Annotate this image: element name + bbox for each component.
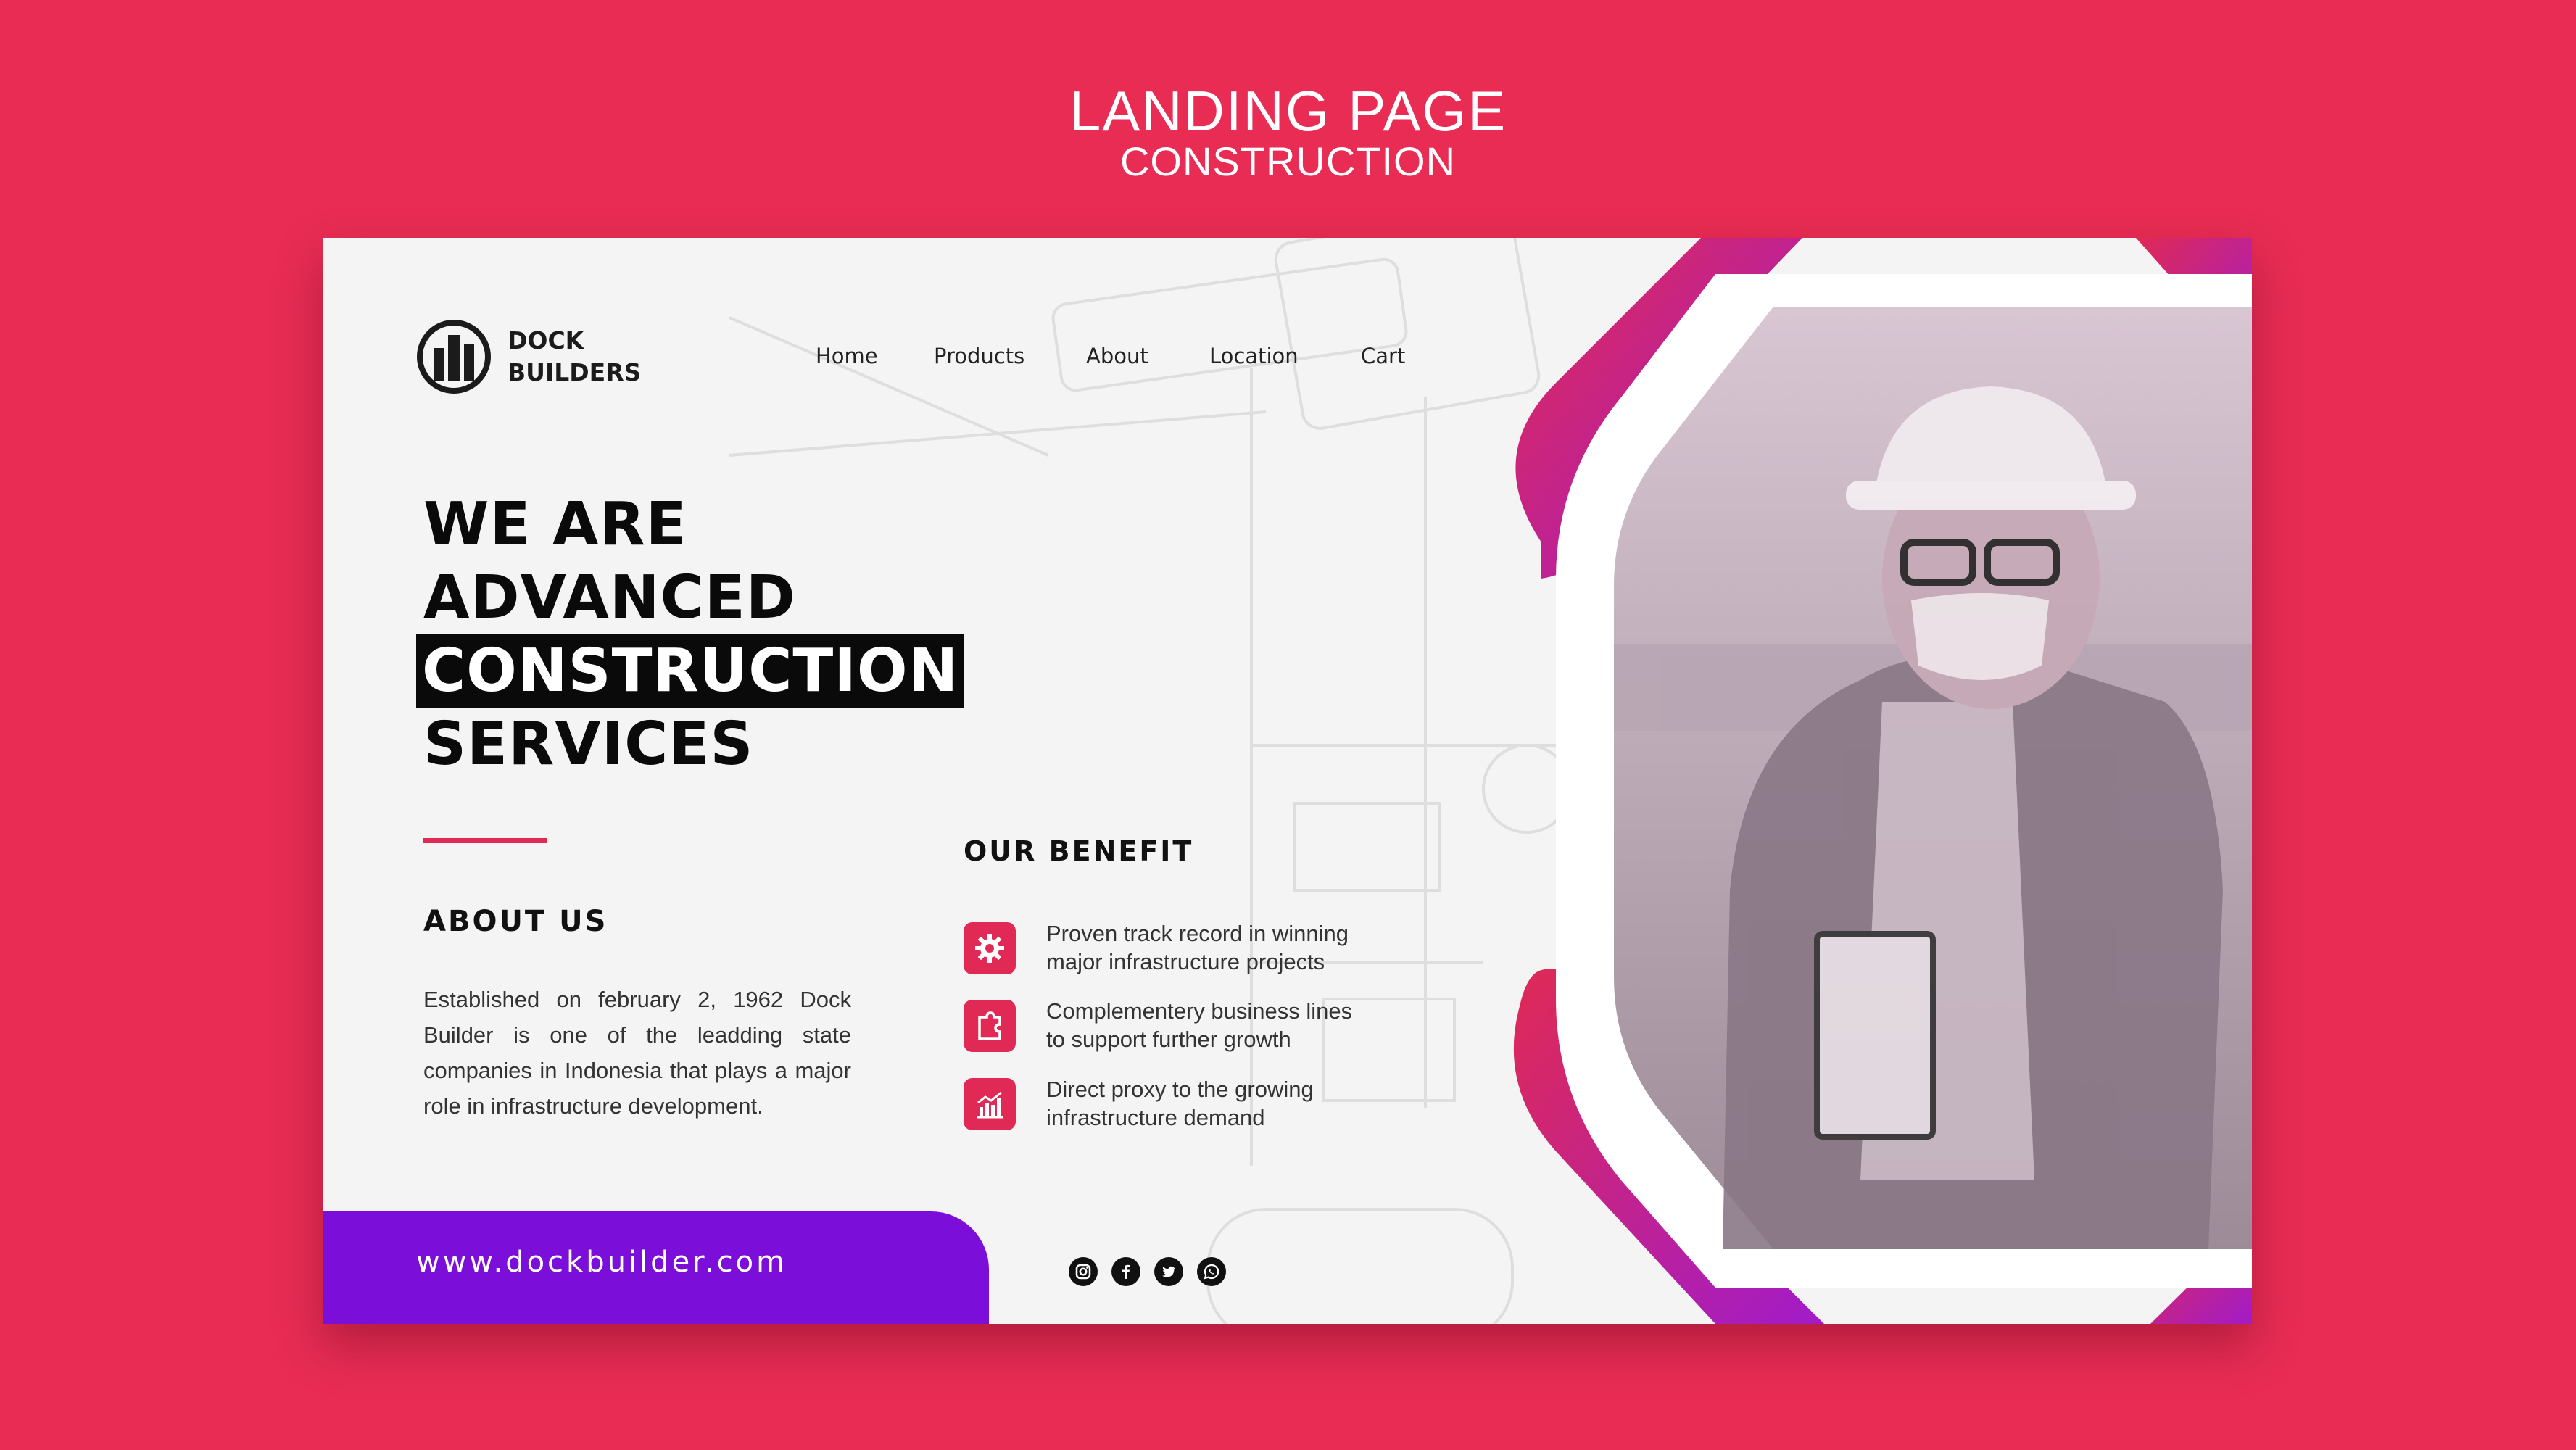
benefit-line: Direct proxy to the growing <box>1046 1077 1314 1102</box>
brand-logo[interactable]: DOCK BUILDERS <box>416 319 641 394</box>
gear-icon <box>964 922 1016 974</box>
benefit-item: Direct proxy to the growing infrastructu… <box>964 1075 1387 1132</box>
benefit-line: to support further growth <box>1046 1027 1291 1052</box>
brand-name-line2: BUILDERS <box>508 358 642 386</box>
nav-cart[interactable]: Cart <box>1361 344 1405 368</box>
hero-headline: WE ARE ADVANCED CONSTRUCTION SERVICES <box>416 488 965 781</box>
nav-home[interactable]: Home <box>816 344 878 368</box>
nav-about[interactable]: About <box>1086 344 1148 368</box>
benefit-title: OUR BENEFIT <box>964 835 1194 867</box>
twitter-icon[interactable] <box>1154 1257 1183 1286</box>
nav-location[interactable]: Location <box>1209 344 1299 368</box>
benefit-line: Proven track record in winning <box>1046 921 1349 946</box>
chart-icon <box>964 1078 1016 1130</box>
landing-card: DOCK BUILDERS Home Products About Locati… <box>323 238 2252 1324</box>
hero-line-1: WE ARE <box>423 490 687 559</box>
about-text: Established on february 2, 1962 Dock Bui… <box>423 987 851 1119</box>
benefit-text: Direct proxy to the growing infrastructu… <box>1046 1075 1387 1132</box>
instagram-icon[interactable] <box>1069 1257 1098 1286</box>
benefit-line: major infrastructure projects <box>1046 949 1325 974</box>
website-link[interactable]: www.dockbuilder.com <box>416 1246 787 1279</box>
hero-line-3-highlight: CONSTRUCTION <box>416 634 965 708</box>
page-header-title: LANDING PAGE <box>1069 79 1507 143</box>
benefit-text: Complementery business lines to support … <box>1046 997 1387 1053</box>
benefit-line: Complementery business lines <box>1046 998 1353 1024</box>
facebook-icon[interactable] <box>1111 1257 1140 1286</box>
benefit-item: Proven track record in winning major inf… <box>964 919 1387 976</box>
hero-line-2: ADVANCED <box>423 563 796 632</box>
social-links <box>1069 1257 1240 1286</box>
nav-products[interactable]: Products <box>934 344 1024 368</box>
benefit-line: infrastructure demand <box>1046 1105 1265 1130</box>
puzzle-icon <box>964 1000 1016 1052</box>
accent-divider <box>423 838 547 843</box>
benefit-item: Complementery business lines to support … <box>964 997 1387 1053</box>
benefit-text: Proven track record in winning major inf… <box>1046 919 1387 976</box>
brand-name: DOCK BUILDERS <box>508 325 641 389</box>
page-header-subtitle: CONSTRUCTION <box>1119 138 1457 184</box>
hero-line-4: SERVICES <box>423 710 754 779</box>
brand-name-line1: DOCK <box>508 326 584 355</box>
whatsapp-icon[interactable] <box>1197 1257 1226 1286</box>
about-title: ABOUT US <box>423 905 608 938</box>
building-icon <box>417 320 491 394</box>
blueprint-background <box>729 238 1572 1324</box>
